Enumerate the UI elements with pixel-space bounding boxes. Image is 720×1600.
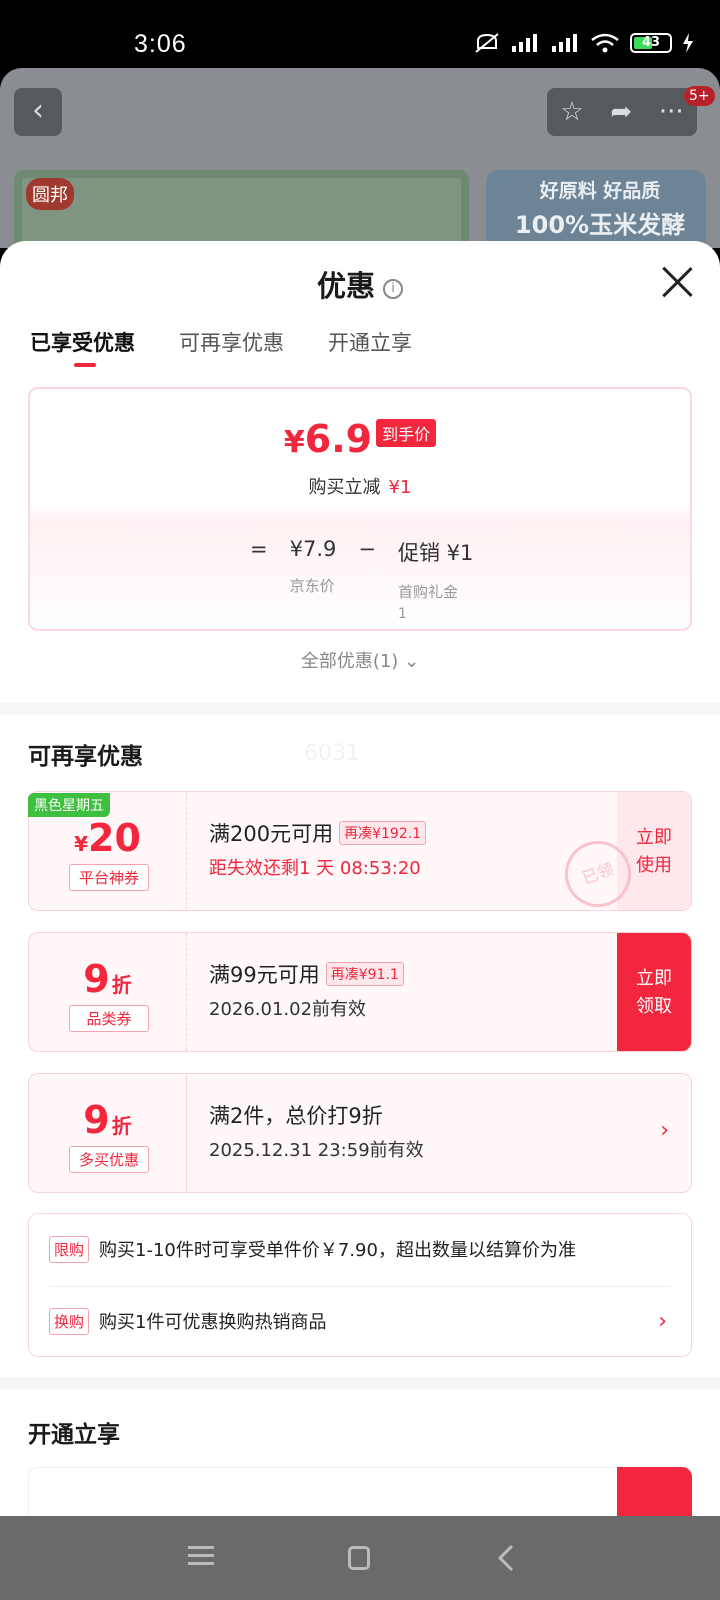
tab-open[interactable]: 开通立享 bbox=[328, 327, 412, 357]
sheet-title: 优惠 i bbox=[0, 263, 720, 305]
coupon-expiry: 2026.01.02前有效 bbox=[209, 999, 367, 1020]
tab-enjoyed[interactable]: 已享受优惠 bbox=[30, 327, 135, 367]
member-card-peek bbox=[28, 1467, 692, 1516]
reduce-label: 购买立减 bbox=[308, 477, 381, 498]
member-button-peek[interactable] bbox=[617, 1467, 692, 1516]
charging-icon bbox=[683, 33, 693, 53]
use-now-button[interactable]: 立即 使用 bbox=[617, 792, 691, 910]
divider bbox=[0, 703, 720, 715]
exchange-pill: 换购 bbox=[49, 1307, 90, 1335]
more-icon[interactable]: ··· bbox=[659, 97, 684, 127]
battery-icon: 43 bbox=[630, 33, 672, 53]
back-icon[interactable]: ‹ bbox=[14, 88, 62, 136]
promo-sub-value: 1 bbox=[397, 606, 407, 622]
chevron-right-icon: › bbox=[660, 1118, 669, 1143]
reduce-value: ¥1 bbox=[388, 477, 412, 498]
status-bar: 3:06 43 bbox=[0, 0, 720, 68]
limit-box: 限购 购买1-10件时可享受单件价￥7.90，超出数量以结算价为准 换购 购买1… bbox=[28, 1213, 692, 1357]
coupon-amount: 9 bbox=[83, 957, 110, 1001]
limit-row: 限购 购买1-10件时可享受单件价￥7.90，超出数量以结算价为准 bbox=[49, 1214, 671, 1284]
section-title-more: 可再享优惠 bbox=[28, 744, 143, 770]
black-friday-badge: 黑色星期五 bbox=[28, 793, 110, 817]
coupon-tag: 再凑¥91.1 bbox=[325, 962, 404, 986]
ghost-text: 6031 bbox=[304, 741, 360, 766]
chevron-right-icon: › bbox=[658, 1308, 667, 1334]
coupon-condition: 满99元可用 bbox=[209, 963, 320, 987]
info-icon[interactable]: i bbox=[383, 279, 403, 299]
minus-sign: − bbox=[358, 537, 376, 561]
final-price: 6.9 bbox=[304, 417, 373, 461]
coupon-amount: 9 bbox=[83, 1098, 110, 1142]
signal-icon-2 bbox=[552, 34, 577, 52]
discount-sheet: 优惠 i 已享受优惠 可再享优惠 开通立享 ¥6.9 到手价 购买立减 ¥1 = ¥7… bbox=[0, 241, 720, 1516]
tab-bar: 已享受优惠 可再享优惠 开通立享 bbox=[30, 327, 412, 367]
thumb-text-2: 100%玉米发酵 bbox=[514, 211, 686, 239]
brand-logo: 圆邦 bbox=[26, 178, 74, 210]
notification-badge: 5+ bbox=[684, 86, 715, 106]
all-offers-toggle[interactable]: 全部优惠(1) ⌄ bbox=[0, 647, 720, 673]
divider bbox=[0, 1377, 720, 1389]
coupon-tag: 再凑¥192.1 bbox=[339, 821, 427, 845]
coupon-condition: 满2件，总价打9折 bbox=[209, 1104, 383, 1128]
status-time: 3:06 bbox=[134, 30, 187, 58]
claim-now-button[interactable]: 立即 领取 bbox=[617, 933, 691, 1051]
background-page: ‹ ☆ ➦ ··· 5+ 圆邦 好原料 好品质 100%玉米发酵 bbox=[0, 68, 720, 248]
coupon-condition: 满200元可用 bbox=[209, 822, 334, 846]
exchange-text: 购买1件可优惠换购热销商品 bbox=[99, 1312, 327, 1333]
coupon-kind: 多买优惠 bbox=[69, 1146, 149, 1173]
mute-icon bbox=[475, 33, 499, 53]
system-nav-bar bbox=[0, 1516, 720, 1600]
jd-price-label: 京东价 bbox=[289, 577, 335, 595]
promo-value: 促销 ¥1 bbox=[397, 541, 474, 565]
limit-pill: 限购 bbox=[49, 1235, 90, 1263]
jd-price: ¥7.9 bbox=[289, 537, 337, 561]
menu-icon[interactable] bbox=[188, 1544, 214, 1568]
back-nav-icon[interactable] bbox=[496, 1544, 516, 1572]
star-icon[interactable]: ☆ bbox=[560, 97, 583, 127]
product-banner bbox=[14, 170, 469, 248]
chevron-down-icon: ⌄ bbox=[404, 651, 420, 672]
exchange-row[interactable]: 换购 购买1件可优惠换购热销商品 › bbox=[49, 1286, 671, 1356]
thumb-text-1: 好原料 好品质 bbox=[539, 180, 661, 202]
promo-sub-label: 首购礼金 bbox=[397, 583, 458, 601]
limit-text: 购买1-10件时可享受单件价￥7.90，超出数量以结算价为准 bbox=[99, 1240, 576, 1261]
coupon-card: 9折 品类券 满99元可用 再凑¥91.1 2026.01.02前有效 立即 领取 bbox=[28, 932, 692, 1052]
coupon-kind: 品类券 bbox=[69, 1005, 149, 1032]
coupon-amount: 20 bbox=[88, 816, 141, 860]
tab-more[interactable]: 可再享优惠 bbox=[179, 327, 284, 357]
close-icon[interactable] bbox=[660, 265, 694, 299]
price-formula: = ¥7.9 京东价 − 促销 ¥1 首购礼金 1 bbox=[250, 537, 495, 622]
coupon-expiry: 2025.12.31 23:59前有效 bbox=[209, 1140, 424, 1161]
currency-symbol: ¥ bbox=[283, 425, 305, 460]
section-title-open: 开通立享 bbox=[28, 1422, 120, 1448]
top-toolbar: ☆ ➦ ··· bbox=[547, 88, 697, 136]
status-icons: 43 bbox=[474, 32, 694, 54]
price-card: ¥6.9 到手价 购买立减 ¥1 = ¥7.9 京东价 − 促销 ¥1 首购礼金 1 bbox=[28, 387, 692, 631]
wifi-icon bbox=[591, 33, 619, 53]
signal-icon bbox=[512, 34, 537, 52]
equals-sign: = bbox=[250, 537, 268, 561]
home-icon[interactable] bbox=[348, 1546, 370, 1570]
multi-buy-card[interactable]: 9折 多买优惠 满2件，总价打9折 2025.12.31 23:59前有效 › bbox=[28, 1073, 692, 1193]
share-icon[interactable]: ➦ bbox=[610, 97, 632, 127]
final-price-tag: 到手价 bbox=[376, 419, 437, 447]
coupon-countdown: 距失效还剩1 天 08:53:20 bbox=[209, 858, 421, 879]
coupon-kind: 平台神券 bbox=[69, 864, 149, 891]
